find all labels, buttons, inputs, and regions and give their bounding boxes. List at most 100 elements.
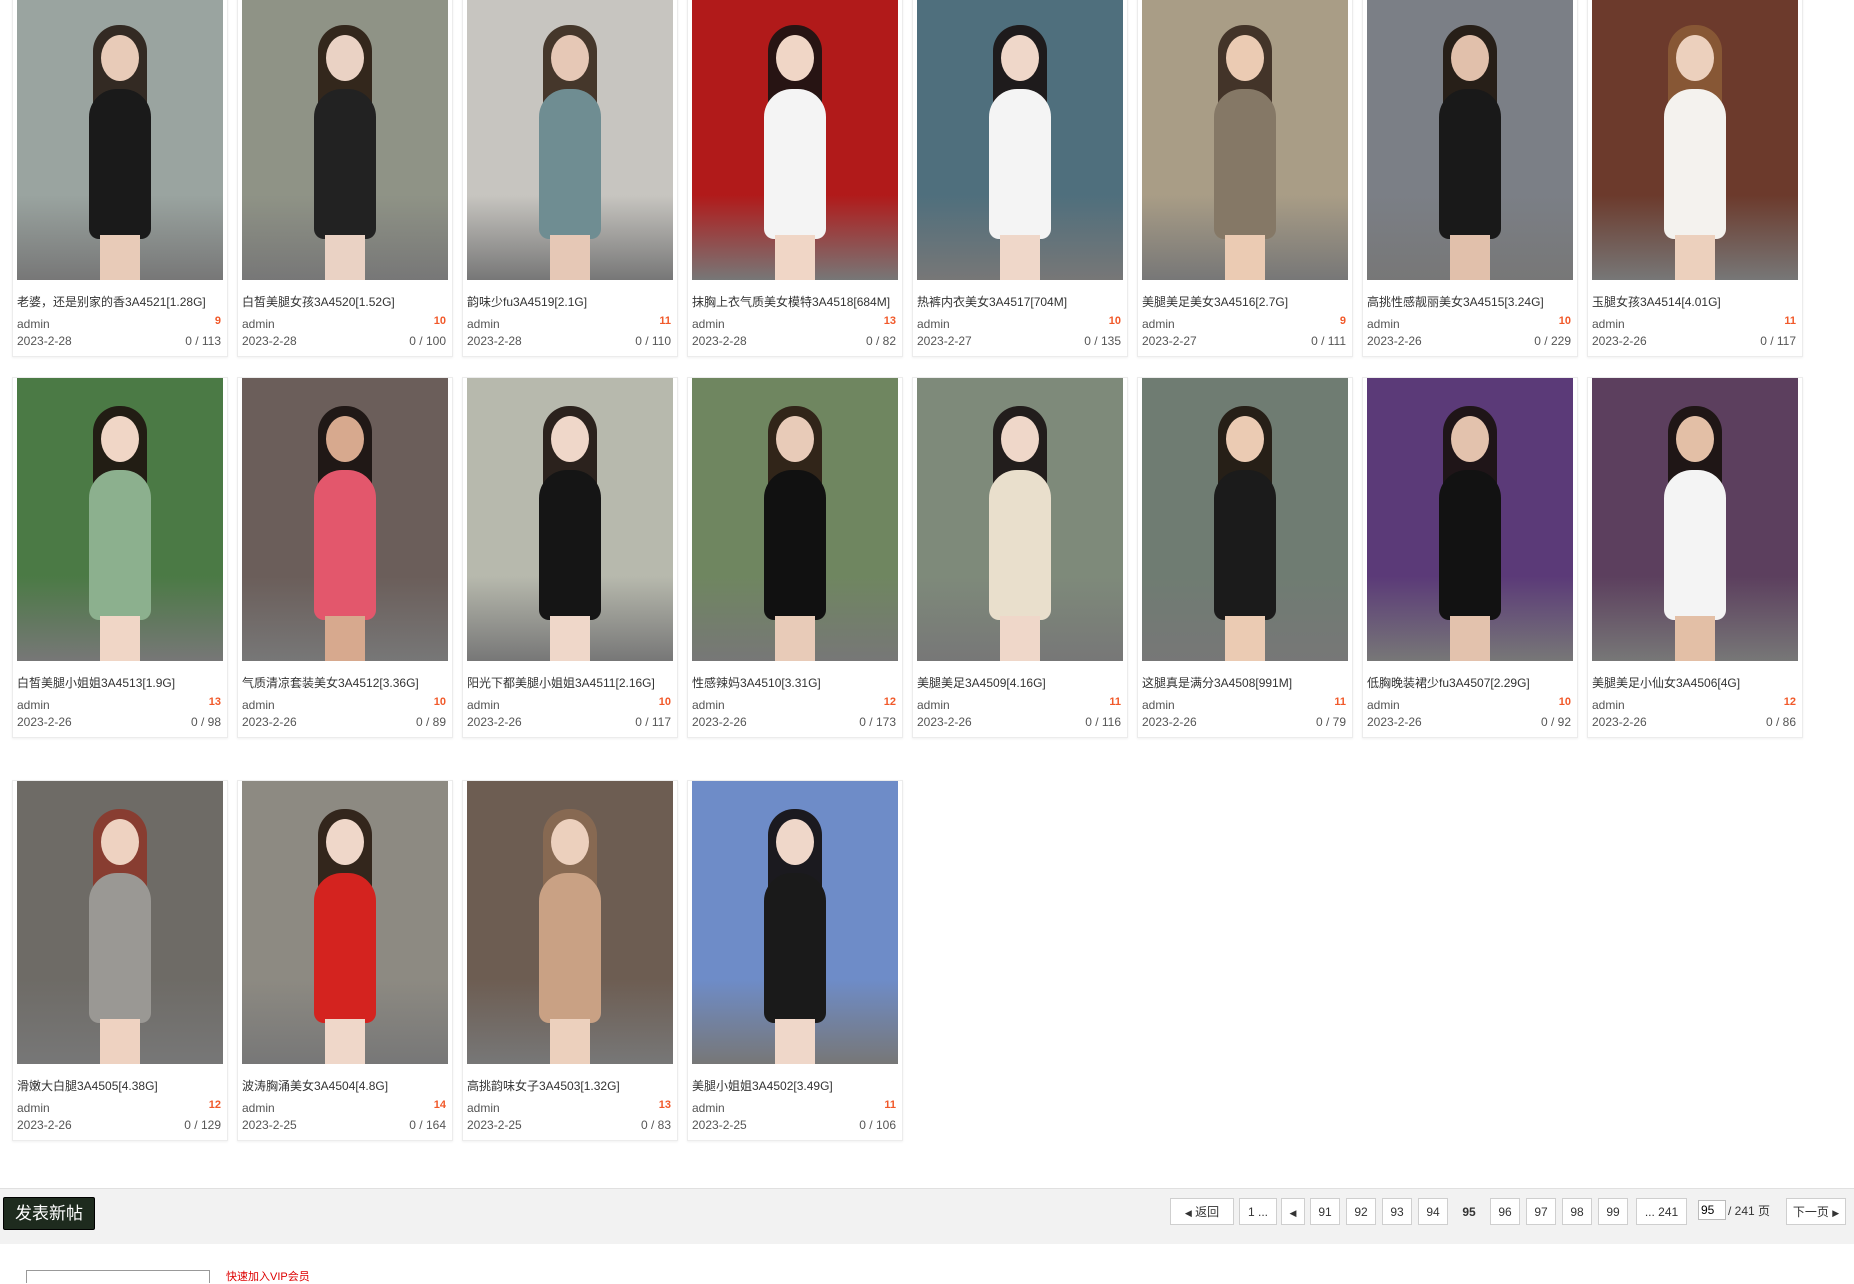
thread-card[interactable]: 白皙美腿女孩3A4520[1.52G] admin 10 2023-2-28 0…	[237, 0, 453, 357]
thread-title[interactable]: 韵味少fu3A4519[2.1G]	[467, 293, 673, 310]
thread-author[interactable]: admin	[242, 317, 275, 331]
thread-author[interactable]: admin	[1142, 317, 1175, 331]
thread-views: 0 / 129	[184, 1118, 221, 1132]
thread-title[interactable]: 美腿美足美女3A4516[2.7G]	[1142, 293, 1348, 310]
thread-thumbnail[interactable]	[467, 378, 673, 661]
thread-card[interactable]: 性感辣妈3A4510[3.31G] admin 12 2023-2-26 0 /…	[687, 377, 903, 738]
page-prev[interactable]: ◀	[1281, 1198, 1305, 1225]
thread-thumbnail[interactable]	[467, 781, 673, 1064]
thread-title[interactable]: 性感辣妈3A4510[3.31G]	[692, 674, 898, 691]
thread-card[interactable]: 韵味少fu3A4519[2.1G] admin 11 2023-2-28 0 /…	[462, 0, 678, 357]
thread-author[interactable]: admin	[917, 317, 950, 331]
thread-title[interactable]: 波涛胸涌美女3A4504[4.8G]	[242, 1077, 448, 1094]
thread-card[interactable]: 波涛胸涌美女3A4504[4.8G] admin 14 2023-2-25 0 …	[237, 780, 453, 1141]
thread-card[interactable]: 美腿美足美女3A4516[2.7G] admin 9 2023-2-27 0 /…	[1137, 0, 1353, 357]
thread-title[interactable]: 气质清凉套装美女3A4512[3.36G]	[242, 674, 448, 691]
page-last[interactable]: ... 241	[1636, 1198, 1687, 1225]
thread-thumbnail[interactable]	[1367, 0, 1573, 280]
thread-card[interactable]: 这腿真是满分3A4508[991M] admin 11 2023-2-26 0 …	[1137, 377, 1353, 738]
thread-title[interactable]: 抹胸上衣气质美女模特3A4518[684M]	[692, 293, 898, 310]
thread-title[interactable]: 低胸晚装裙少fu3A4507[2.29G]	[1367, 674, 1573, 691]
thread-title[interactable]: 白皙美腿小姐姐3A4513[1.9G]	[17, 674, 223, 691]
thread-card[interactable]: 滑嫩大白腿3A4505[4.38G] admin 12 2023-2-26 0 …	[12, 780, 228, 1141]
thread-author[interactable]: admin	[17, 317, 50, 331]
thread-thumbnail[interactable]	[242, 781, 448, 1064]
thread-author[interactable]: admin	[1367, 698, 1400, 712]
thread-card[interactable]: 高挑性感靓丽美女3A4515[3.24G] admin 10 2023-2-26…	[1362, 0, 1578, 357]
thread-card[interactable]: 热裤内衣美女3A4517[704M] admin 10 2023-2-27 0 …	[912, 0, 1128, 357]
thread-thumbnail[interactable]	[17, 0, 223, 280]
back-label: 返回	[1195, 1205, 1220, 1219]
page-number-99[interactable]: 99	[1598, 1198, 1628, 1225]
thread-thumbnail[interactable]	[17, 781, 223, 1064]
thread-thumbnail[interactable]	[1142, 0, 1348, 280]
page-jump-input[interactable]	[1698, 1200, 1726, 1220]
thread-title[interactable]: 高挑韵味女子3A4503[1.32G]	[467, 1077, 673, 1094]
thread-thumbnail[interactable]	[1592, 378, 1798, 661]
thread-title[interactable]: 美腿美足小仙女3A4506[4G]	[1592, 674, 1798, 691]
thread-title[interactable]: 这腿真是满分3A4508[991M]	[1142, 674, 1348, 691]
page-number-98[interactable]: 98	[1562, 1198, 1592, 1225]
back-button[interactable]: ◀ 返回	[1170, 1198, 1234, 1225]
thread-thumbnail[interactable]	[17, 378, 223, 661]
thread-thumbnail[interactable]	[1367, 378, 1573, 661]
thread-card[interactable]: 美腿小姐姐3A4502[3.49G] admin 11 2023-2-25 0 …	[687, 780, 903, 1141]
thread-card[interactable]: 抹胸上衣气质美女模特3A4518[684M] admin 13 2023-2-2…	[687, 0, 903, 357]
thread-author[interactable]: admin	[1592, 698, 1625, 712]
thread-title[interactable]: 阳光下都美腿小姐姐3A4511[2.16G]	[467, 674, 673, 691]
thread-thumbnail[interactable]	[1142, 378, 1348, 661]
thread-thumbnail[interactable]	[242, 0, 448, 280]
thread-author[interactable]: admin	[1592, 317, 1625, 331]
page-number-96[interactable]: 96	[1490, 1198, 1520, 1225]
thread-author[interactable]: admin	[17, 698, 50, 712]
thread-author[interactable]: admin	[242, 698, 275, 712]
thread-card[interactable]: 阳光下都美腿小姐姐3A4511[2.16G] admin 10 2023-2-2…	[462, 377, 678, 738]
thread-card[interactable]: 玉腿女孩3A4514[4.01G] admin 11 2023-2-26 0 /…	[1587, 0, 1803, 357]
thread-author[interactable]: admin	[692, 317, 725, 331]
thread-thumbnail[interactable]	[467, 0, 673, 280]
thread-title[interactable]: 美腿小姐姐3A4502[3.49G]	[692, 1077, 898, 1094]
thread-card[interactable]: 白皙美腿小姐姐3A4513[1.9G] admin 13 2023-2-26 0…	[12, 377, 228, 738]
thread-title[interactable]: 热裤内衣美女3A4517[704M]	[917, 293, 1123, 310]
thread-author[interactable]: admin	[1142, 698, 1175, 712]
thread-thumbnail[interactable]	[917, 0, 1123, 280]
thread-author[interactable]: admin	[917, 698, 950, 712]
thread-title[interactable]: 滑嫩大白腿3A4505[4.38G]	[17, 1077, 223, 1094]
thread-card[interactable]: 低胸晚装裙少fu3A4507[2.29G] admin 10 2023-2-26…	[1362, 377, 1578, 738]
thread-title[interactable]: 高挑性感靓丽美女3A4515[3.24G]	[1367, 293, 1573, 310]
thread-thumbnail[interactable]	[692, 0, 898, 280]
thread-title[interactable]: 美腿美足3A4509[4.16G]	[917, 674, 1123, 691]
thread-author[interactable]: admin	[692, 698, 725, 712]
thread-views: 0 / 89	[415, 715, 446, 729]
thread-thumbnail[interactable]	[692, 781, 898, 1064]
thread-card[interactable]: 美腿美足3A4509[4.16G] admin 11 2023-2-26 0 /…	[912, 377, 1128, 738]
new-post-button[interactable]: 发表新帖	[3, 1197, 95, 1230]
thread-card[interactable]: 高挑韵味女子3A4503[1.32G] admin 13 2023-2-25 0…	[462, 780, 678, 1141]
next-page-button[interactable]: 下一页 ▶	[1786, 1198, 1846, 1225]
thread-author[interactable]: admin	[17, 1101, 50, 1115]
thread-thumbnail[interactable]	[692, 378, 898, 661]
thread-card[interactable]: 气质清凉套装美女3A4512[3.36G] admin 10 2023-2-26…	[237, 377, 453, 738]
thread-card[interactable]: 老婆，还是别家的香3A4521[1.28G] admin 9 2023-2-28…	[12, 0, 228, 357]
thread-author[interactable]: admin	[692, 1101, 725, 1115]
thread-author[interactable]: admin	[467, 698, 500, 712]
page-number-91[interactable]: 91	[1310, 1198, 1340, 1225]
page-number-97[interactable]: 97	[1526, 1198, 1556, 1225]
thread-thumbnail[interactable]	[1592, 0, 1798, 280]
thread-title[interactable]: 玉腿女孩3A4514[4.01G]	[1592, 293, 1798, 310]
thread-author[interactable]: admin	[1367, 317, 1400, 331]
thread-author[interactable]: admin	[467, 1101, 500, 1115]
page-number-94[interactable]: 94	[1418, 1198, 1448, 1225]
page-number-92[interactable]: 92	[1346, 1198, 1376, 1225]
page-number-93[interactable]: 93	[1382, 1198, 1412, 1225]
thread-thumbnail[interactable]	[917, 378, 1123, 661]
page-number-95[interactable]: 95	[1454, 1198, 1484, 1225]
thread-title[interactable]: 白皙美腿女孩3A4520[1.52G]	[242, 293, 448, 310]
thread-title[interactable]: 老婆，还是别家的香3A4521[1.28G]	[17, 293, 223, 310]
thread-author[interactable]: admin	[467, 317, 500, 331]
footer-red-link[interactable]: 快速加入VIP会员	[226, 1268, 310, 1284]
thread-author[interactable]: admin	[242, 1101, 275, 1115]
thread-thumbnail[interactable]	[242, 378, 448, 661]
thread-card[interactable]: 美腿美足小仙女3A4506[4G] admin 12 2023-2-26 0 /…	[1587, 377, 1803, 738]
page-first[interactable]: 1 ...	[1239, 1198, 1277, 1225]
